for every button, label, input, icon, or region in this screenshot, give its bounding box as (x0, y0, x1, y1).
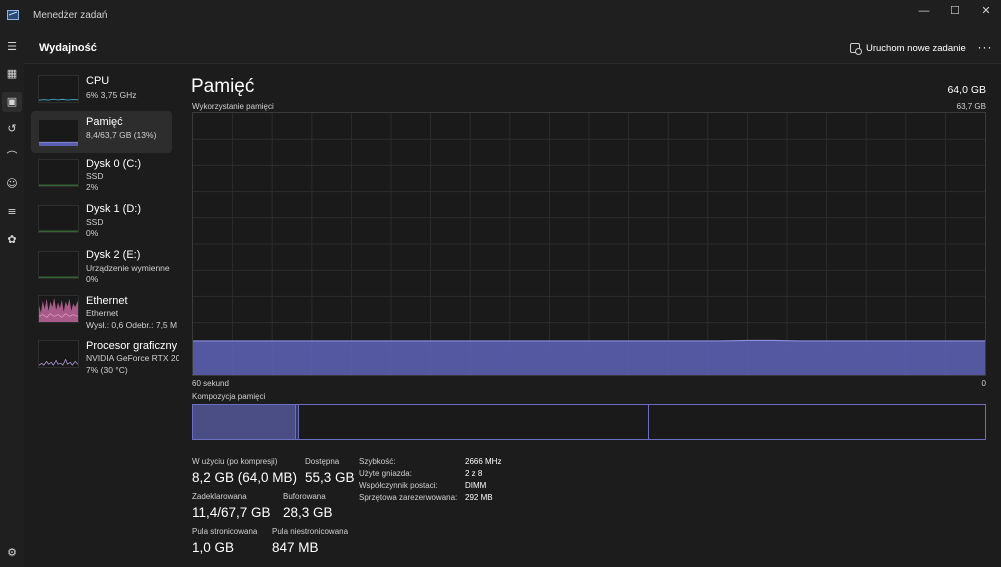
disk-2-thumbnail (38, 251, 79, 279)
memory-title: Pamięć (191, 76, 255, 97)
nonpaged-pool-label: Pula niestronicowana (272, 527, 349, 536)
title-bar: Menedżer zadań — ☐ ✕ (0, 0, 1001, 32)
minimize-button[interactable]: — (909, 2, 939, 20)
sidebar-item-type: SSD (86, 217, 104, 227)
hardware-reserved-key: Sprzętowa zarezerwowana: (359, 493, 458, 502)
sidebar-item-type: Urządzenie wymienne (86, 263, 170, 273)
sidebar-item-ethernet[interactable]: Ethernet Ethernet Wysł.: 0,6 Odebr.: 7,5… (31, 290, 177, 332)
disk-1-thumbnail (38, 205, 79, 233)
settings-icon[interactable]: ⚙ (2, 543, 22, 563)
cached-value: 28,3 GB (283, 505, 333, 520)
sidebar-item-type: Ethernet (86, 308, 119, 318)
performance-sidebar: CPU 6% 3,75 GHz Pamięć 8,4/63,7 GB (13%)… (24, 64, 180, 567)
speed-key: Szybkość: (359, 457, 396, 466)
more-options-button[interactable]: ··· (973, 38, 997, 58)
app-title: Menedżer zadań (33, 10, 108, 21)
sidebar-item-detail: 0% (86, 274, 99, 284)
cached-label: Buforowana (283, 492, 326, 501)
details-icon[interactable]: ≡ (2, 202, 22, 222)
graph-grid (193, 113, 985, 375)
sidebar-item-name: Dysk 0 (C:) (86, 158, 141, 170)
sidebar-item-name: Ethernet (86, 295, 128, 307)
sidebar-item-detail: 2% (86, 182, 99, 192)
sidebar-item-name: Procesor graficzny (86, 340, 178, 352)
available-value: 55,3 GB (305, 470, 355, 485)
disk-0-thumbnail (38, 159, 79, 187)
performance-icon[interactable]: ▣ (2, 92, 22, 112)
speed-value: 2666 MHz (465, 457, 502, 466)
memory-composition-bar (192, 404, 986, 440)
memory-usage-graph (192, 112, 986, 376)
usage-graph-label: Wykorzystanie pamięci (192, 102, 274, 111)
task-manager-icon (7, 10, 19, 20)
services-icon[interactable]: ✿ (2, 230, 22, 250)
paged-pool-label: Pula stronicowana (192, 527, 258, 536)
app-history-icon[interactable]: ↺ (2, 119, 22, 139)
memory-thumbnail (38, 119, 79, 147)
committed-label: Zadeklarowana (192, 492, 247, 501)
committed-value: 11,4/67,7 GB (192, 505, 271, 520)
startup-icon[interactable]: ⌒ (2, 147, 22, 167)
page-header: Wydajność Uruchom nowe zadanie ··· (24, 32, 1001, 64)
sidebar-item-gpu[interactable]: Procesor graficzny NVIDIA GeForce RTX 20… (31, 336, 179, 378)
ethernet-thumbnail (38, 295, 79, 323)
sidebar-item-cpu[interactable]: CPU 6% 3,75 GHz (31, 70, 172, 112)
in-use-label: W użyciu (po kompresji) (192, 457, 278, 466)
sidebar-item-disk-0[interactable]: Dysk 0 (C:) SSD 2% (31, 153, 172, 195)
in-use-value: 8,2 GB (64,0 MB) (192, 470, 298, 485)
form-factor-value: DIMM (465, 481, 487, 490)
slots-used-key: Użyte gniazda: (359, 469, 412, 478)
composition-standby-divider (648, 405, 650, 439)
processes-icon[interactable]: ▦ (2, 64, 22, 84)
sidebar-item-detail: 8,4/63,7 GB (13%) (86, 130, 157, 140)
form-factor-key: Współczynnik postaci: (359, 481, 438, 490)
sidebar-item-detail: 6% 3,75 GHz (86, 90, 137, 100)
memory-total: 64,0 GB (947, 84, 986, 96)
sidebar-item-memory[interactable]: Pamięć 8,4/63,7 GB (13%) (31, 111, 172, 153)
paged-pool-value: 1,0 GB (192, 540, 235, 555)
sidebar-item-name: Dysk 1 (D:) (86, 203, 141, 215)
sidebar-item-disk-2[interactable]: Dysk 2 (E:) Urządzenie wymienne 0% (31, 245, 172, 287)
sidebar-item-type: SSD (86, 171, 104, 181)
run-new-task-button[interactable]: Uruchom nowe zadanie (850, 40, 966, 56)
composition-in-use (193, 405, 296, 439)
usage-graph-max: 63,7 GB (956, 102, 986, 111)
sidebar-item-name: Pamięć (86, 116, 123, 128)
slots-used-value: 2 z 8 (465, 469, 483, 478)
sidebar-item-detail: 7% (30 °C) (86, 365, 128, 375)
graph-time-end: 0 (981, 379, 986, 388)
memory-usage-area (193, 340, 985, 375)
sidebar-item-name: Dysk 2 (E:) (86, 249, 141, 261)
page-title: Wydajność (39, 42, 97, 54)
sidebar-item-detail: 0% (86, 228, 99, 238)
run-new-task-label: Uruchom nowe zadanie (866, 42, 966, 54)
navigation-rail: ☰ ▦ ▣ ↺ ⌒ ☺ ≡ ✿ ⚙ (0, 32, 24, 567)
sidebar-item-type: NVIDIA GeForce RTX 208 (86, 353, 179, 363)
users-icon[interactable]: ☺ (2, 174, 22, 194)
available-label: Dostępna (305, 457, 340, 466)
close-button[interactable]: ✕ (971, 2, 1001, 20)
sidebar-item-disk-1[interactable]: Dysk 1 (D:) SSD 0% (31, 199, 172, 241)
composition-label: Kompozycja pamięci (192, 392, 266, 401)
sidebar-item-name: CPU (86, 75, 110, 87)
sidebar-item-detail: Wysł.: 0,6 Odebr.: 7,5 M (86, 320, 178, 330)
hardware-reserved-value: 292 MB (465, 493, 493, 502)
menu-icon[interactable]: ☰ (2, 37, 22, 57)
graph-time-start: 60 sekund (192, 379, 229, 388)
maximize-button[interactable]: ☐ (940, 2, 970, 20)
gpu-thumbnail (38, 340, 79, 368)
run-task-icon (850, 43, 862, 55)
cpu-thumbnail (38, 75, 79, 103)
nonpaged-pool-value: 847 MB (272, 540, 319, 555)
composition-modified (295, 405, 299, 439)
memory-panel: Pamięć 64,0 GB Wykorzystanie pamięci 63,… (180, 64, 1001, 567)
